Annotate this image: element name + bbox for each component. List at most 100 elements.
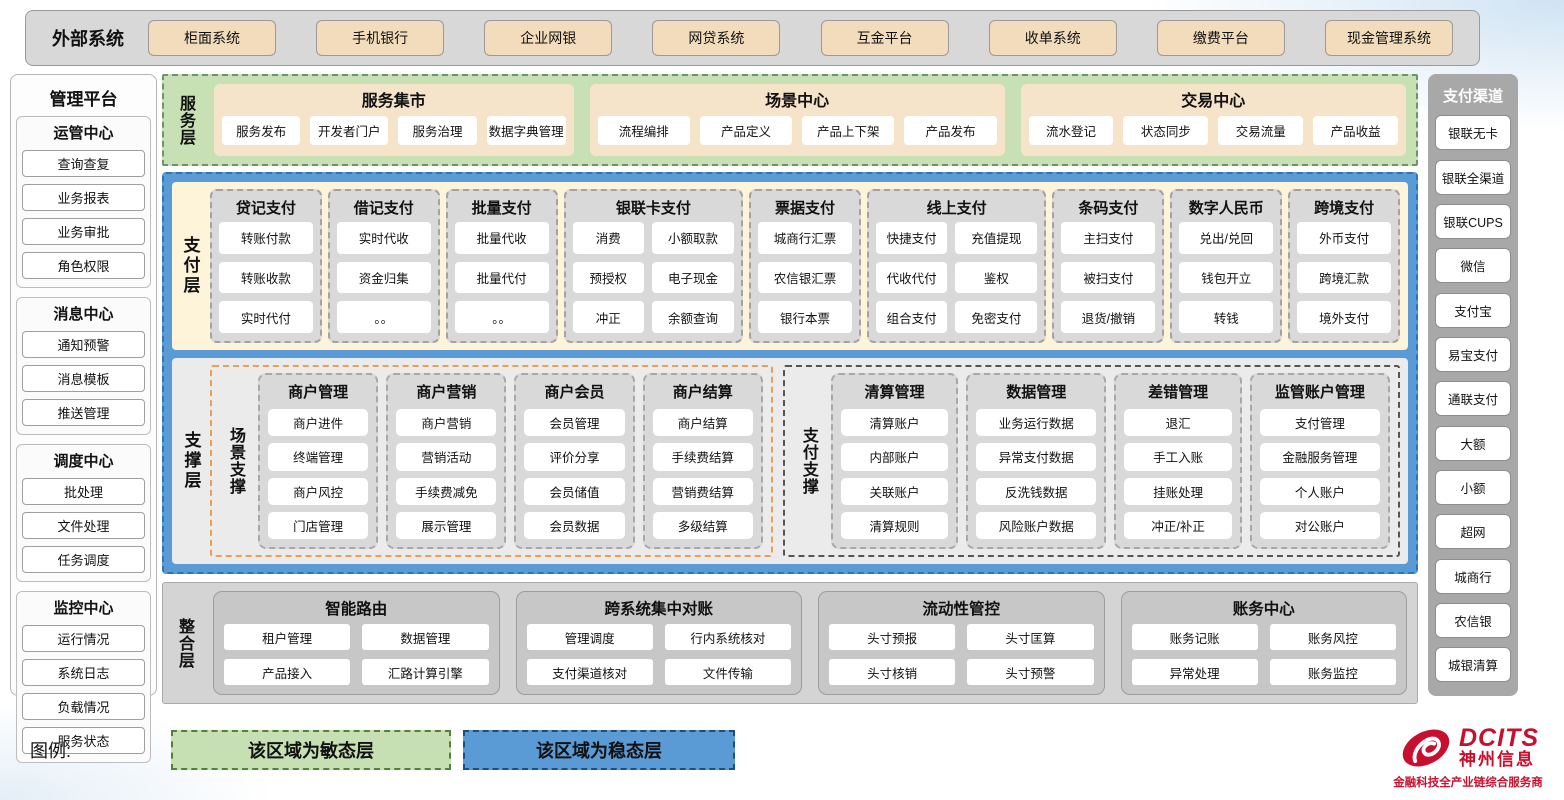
support-item-button[interactable]: 营销活动: [396, 443, 496, 470]
payment-item-button[interactable]: 主扫支付: [1061, 222, 1155, 254]
management-item-button[interactable]: 业务审批: [22, 218, 145, 245]
integration-item-button[interactable]: 头寸预报: [829, 624, 955, 650]
support-item-button[interactable]: 关联账户: [841, 478, 948, 505]
payment-channel-button[interactable]: 小额: [1435, 470, 1511, 505]
support-item-button[interactable]: 清算规则: [841, 512, 948, 539]
management-item-button[interactable]: 查询查复: [22, 150, 145, 177]
service-item-button[interactable]: 开发者门户: [310, 116, 388, 145]
payment-channel-button[interactable]: 城银清算: [1435, 647, 1511, 682]
integration-item-button[interactable]: 数据管理: [362, 624, 488, 650]
management-item-button[interactable]: 角色权限: [22, 252, 145, 279]
external-system-button[interactable]: 互金平台: [821, 20, 949, 56]
payment-item-button[interactable]: 余额查询: [652, 301, 734, 333]
integration-item-button[interactable]: 账务记账: [1132, 624, 1258, 650]
service-item-button[interactable]: 交易流量: [1218, 116, 1303, 145]
payment-item-button[interactable]: 批量代收: [455, 222, 549, 254]
payment-channel-button[interactable]: 大额: [1435, 426, 1511, 461]
service-item-button[interactable]: 状态同步: [1123, 116, 1208, 145]
support-item-button[interactable]: 手续费结算: [653, 443, 753, 470]
integration-item-button[interactable]: 账务监控: [1270, 659, 1396, 685]
management-item-button[interactable]: 任务调度: [22, 546, 145, 573]
payment-item-button[interactable]: 资金归集: [337, 262, 431, 294]
integration-item-button[interactable]: 文件传输: [665, 659, 791, 685]
payment-channel-button[interactable]: 农信银: [1435, 603, 1511, 638]
payment-item-button[interactable]: 代收代付: [876, 262, 947, 294]
payment-item-button[interactable]: 境外支付: [1297, 301, 1391, 333]
payment-channel-button[interactable]: 易宝支付: [1435, 337, 1511, 372]
support-item-button[interactable]: 支付管理: [1260, 409, 1380, 436]
payment-item-button[interactable]: 退货/撤销: [1061, 301, 1155, 333]
integration-item-button[interactable]: 产品接入: [224, 659, 350, 685]
payment-item-button[interactable]: 电子现金: [652, 262, 734, 294]
payment-item-button[interactable]: 免密支付: [955, 301, 1037, 333]
management-item-button[interactable]: 通知预警: [22, 331, 145, 358]
integration-item-button[interactable]: 头寸核销: [829, 659, 955, 685]
support-item-button[interactable]: 个人账户: [1260, 478, 1380, 505]
external-system-button[interactable]: 柜面系统: [148, 20, 276, 56]
integration-item-button[interactable]: 头寸匡算: [967, 624, 1093, 650]
management-item-button[interactable]: 运行情况: [22, 625, 145, 652]
payment-channel-button[interactable]: 银联CUPS: [1435, 204, 1511, 239]
integration-item-button[interactable]: 异常处理: [1132, 659, 1258, 685]
integration-item-button[interactable]: 支付渠道核对: [527, 659, 653, 685]
payment-channel-button[interactable]: 超网: [1435, 514, 1511, 549]
payment-item-button[interactable]: 转钱: [1179, 301, 1273, 333]
payment-channel-button[interactable]: 城商行: [1435, 559, 1511, 594]
support-item-button[interactable]: 清算账户: [841, 409, 948, 436]
support-item-button[interactable]: 异常支付数据: [976, 443, 1096, 470]
payment-item-button[interactable]: 转账付款: [219, 222, 313, 254]
payment-item-button[interactable]: 鉴权: [955, 262, 1037, 294]
service-item-button[interactable]: 服务治理: [398, 116, 476, 145]
service-item-button[interactable]: 产品上下架: [802, 116, 894, 145]
payment-item-button[interactable]: 兑出/兑回: [1179, 222, 1273, 254]
integration-item-button[interactable]: 租户管理: [224, 624, 350, 650]
payment-item-button[interactable]: 转账收款: [219, 262, 313, 294]
payment-channel-button[interactable]: 支付宝: [1435, 293, 1511, 328]
support-item-button[interactable]: 会员管理: [524, 409, 624, 436]
support-item-button[interactable]: 对公账户: [1260, 512, 1380, 539]
support-item-button[interactable]: 挂账处理: [1124, 478, 1231, 505]
payment-item-button[interactable]: 。。: [337, 301, 431, 333]
support-item-button[interactable]: 风险账户数据: [976, 512, 1096, 539]
support-item-button[interactable]: 会员储值: [524, 478, 624, 505]
support-item-button[interactable]: 多级结算: [653, 512, 753, 539]
payment-item-button[interactable]: 钱包开立: [1179, 262, 1273, 294]
service-item-button[interactable]: 数据字典管理: [487, 116, 566, 145]
support-item-button[interactable]: 退汇: [1124, 409, 1231, 436]
support-item-button[interactable]: 商户结算: [653, 409, 753, 436]
integration-item-button[interactable]: 头寸预警: [967, 659, 1093, 685]
support-item-button[interactable]: 业务运行数据: [976, 409, 1096, 436]
support-item-button[interactable]: 展示管理: [396, 512, 496, 539]
service-item-button[interactable]: 流程编排: [598, 116, 690, 145]
external-system-button[interactable]: 网贷系统: [652, 20, 780, 56]
external-system-button[interactable]: 手机银行: [316, 20, 444, 56]
service-item-button[interactable]: 产品定义: [700, 116, 792, 145]
payment-item-button[interactable]: 充值提现: [955, 222, 1037, 254]
external-system-button[interactable]: 企业网银: [484, 20, 612, 56]
payment-item-button[interactable]: 银行本票: [758, 301, 852, 333]
management-item-button[interactable]: 消息模板: [22, 365, 145, 392]
support-item-button[interactable]: 金融服务管理: [1260, 443, 1380, 470]
payment-item-button[interactable]: 实时代付: [219, 301, 313, 333]
integration-item-button[interactable]: 行内系统核对: [665, 624, 791, 650]
payment-item-button[interactable]: 跨境汇款: [1297, 262, 1391, 294]
payment-item-button[interactable]: 组合支付: [876, 301, 947, 333]
management-item-button[interactable]: 推送管理: [22, 399, 145, 426]
payment-channel-button[interactable]: 银联无卡: [1435, 115, 1511, 150]
payment-item-button[interactable]: 。。: [455, 301, 549, 333]
payment-item-button[interactable]: 消费: [573, 222, 644, 254]
support-item-button[interactable]: 手续费减免: [396, 478, 496, 505]
support-item-button[interactable]: 冲正/补正: [1124, 512, 1231, 539]
support-item-button[interactable]: 门店管理: [268, 512, 368, 539]
service-item-button[interactable]: 产品发布: [904, 116, 996, 145]
payment-item-button[interactable]: 外币支付: [1297, 222, 1391, 254]
support-item-button[interactable]: 内部账户: [841, 443, 948, 470]
integration-item-button[interactable]: 账务风控: [1270, 624, 1396, 650]
service-item-button[interactable]: 服务发布: [222, 116, 300, 145]
management-item-button[interactable]: 负载情况: [22, 693, 145, 720]
management-item-button[interactable]: 业务报表: [22, 184, 145, 211]
management-item-button[interactable]: 批处理: [22, 478, 145, 505]
payment-item-button[interactable]: 批量代付: [455, 262, 549, 294]
support-item-button[interactable]: 会员数据: [524, 512, 624, 539]
support-item-button[interactable]: 商户进件: [268, 409, 368, 436]
